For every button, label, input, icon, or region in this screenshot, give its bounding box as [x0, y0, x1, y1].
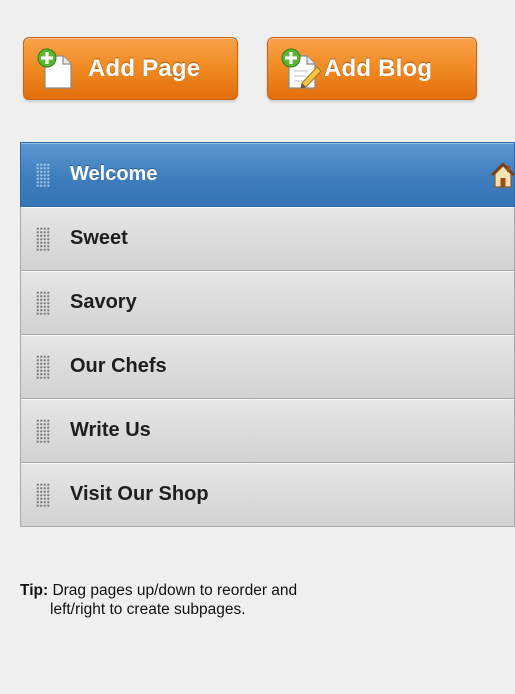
page-item-label: Our Chefs	[70, 355, 167, 377]
page-item-label: Sweet	[70, 227, 128, 249]
add-page-icon	[37, 48, 72, 89]
tip-line-2: left/right to create subpages.	[50, 601, 246, 618]
add-page-label: Add Page	[88, 54, 201, 82]
tip-label: Tip:	[20, 582, 49, 599]
drag-handle-icon[interactable]	[36, 482, 50, 507]
page-item-savory[interactable]: Savory	[20, 271, 515, 335]
tip-text: Tip: Drag pages up/down to reorder and l…	[20, 581, 500, 619]
page-item-label: Savory	[70, 291, 137, 313]
page-item-label: Visit Our Shop	[70, 483, 209, 505]
page-item-sweet[interactable]: Sweet	[20, 207, 515, 271]
add-page-button[interactable]: Add Page	[23, 37, 238, 100]
page-item-label: Welcome	[70, 163, 158, 185]
tip-line-1: Drag pages up/down to reorder and	[52, 582, 298, 599]
page-item-visit-our-shop[interactable]: Visit Our Shop	[20, 463, 515, 527]
add-blog-button[interactable]: Add Blog	[267, 37, 477, 100]
page-list: Welcome Sweet Savory Our Chefs Write Us	[20, 142, 515, 527]
add-blog-label: Add Blog	[324, 54, 433, 82]
drag-handle-icon[interactable]	[36, 290, 50, 315]
drag-handle-icon[interactable]	[36, 226, 50, 251]
page-item-our-chefs[interactable]: Our Chefs	[20, 335, 515, 399]
drag-handle-icon[interactable]	[36, 162, 50, 187]
page-item-label: Write Us	[70, 419, 151, 441]
add-blog-icon	[281, 48, 322, 89]
page-manager-panel: Add Page Add Blog Welcome Sweet Savory O…	[0, 0, 515, 694]
drag-handle-icon[interactable]	[36, 354, 50, 379]
page-item-write-us[interactable]: Write Us	[20, 399, 515, 463]
home-icon	[491, 162, 515, 188]
drag-handle-icon[interactable]	[36, 418, 50, 443]
page-item-welcome[interactable]: Welcome	[20, 142, 515, 207]
